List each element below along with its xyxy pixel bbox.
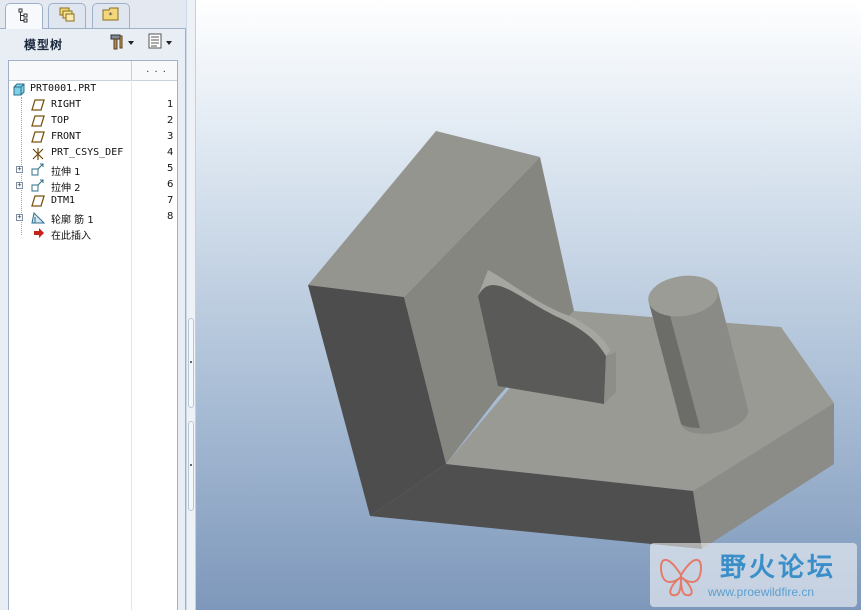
- tree-item-number: 3: [167, 131, 174, 142]
- datum-plane-icon: [31, 115, 45, 128]
- tree-item-label: RIGHT: [51, 99, 82, 110]
- star-folder-icon: *: [102, 6, 120, 26]
- panel-splitter[interactable]: [187, 0, 196, 610]
- watermark-url: www.proewildfire.cn: [708, 585, 815, 599]
- tree-item-label: FRONT: [51, 131, 82, 142]
- model-tree: . . . PRT0001.PRT RIGHT 1 TOP 2 FRONT 3 …: [8, 60, 178, 610]
- tree-item-rib-1[interactable]: + 轮廓 筋 1 8: [9, 210, 177, 226]
- tree-item-csys[interactable]: PRT_CSYS_DEF 4: [9, 146, 177, 162]
- tree-item-number: 6: [167, 179, 174, 190]
- extrude-icon: [31, 163, 45, 176]
- chevron-down-icon: [166, 41, 172, 45]
- tree-item-number: 2: [167, 115, 174, 126]
- splitter-grip[interactable]: [188, 318, 194, 408]
- expand-icon[interactable]: +: [16, 166, 23, 173]
- 3d-model: [308, 131, 834, 549]
- tree-item-number: 8: [167, 211, 174, 222]
- column-options[interactable]: . . .: [146, 64, 167, 75]
- datum-plane-icon: [31, 195, 45, 208]
- svg-text:*: *: [109, 11, 113, 20]
- tree-item-extrude-2[interactable]: + 拉伸 2 6: [9, 178, 177, 194]
- tab-favorites[interactable]: *: [92, 3, 130, 28]
- tree-item-number: 4: [167, 147, 174, 158]
- tree-item-label: DTM1: [51, 195, 76, 206]
- panel-title: 模型树: [24, 38, 64, 52]
- splitter-grip[interactable]: [188, 421, 194, 511]
- tree-root[interactable]: PRT0001.PRT: [9, 82, 177, 98]
- tree-item-label: 轮廓 筋 1: [51, 215, 94, 226]
- tree-root-label: PRT0001.PRT: [30, 83, 97, 94]
- tree-item-number: 1: [167, 99, 174, 110]
- chevron-down-icon: [128, 41, 134, 45]
- navigator-tabs: *: [0, 0, 186, 29]
- watermark-title: 野火论坛: [720, 553, 837, 583]
- tree-icon: [16, 7, 32, 27]
- navigator-panel: * 模型树 . . . PRT0001.PRT RIGHT 1 TOP 2 FR…: [0, 0, 186, 610]
- tree-item-label: TOP: [51, 115, 70, 126]
- tree-item-top[interactable]: TOP 2: [9, 114, 177, 130]
- tree-item-extrude-1[interactable]: + 拉伸 1 5: [9, 162, 177, 178]
- tree-item-number: 7: [167, 195, 174, 206]
- rib-icon: [31, 211, 46, 224]
- tree-column-header: . . .: [9, 61, 177, 81]
- tree-item-front[interactable]: FRONT 3: [9, 130, 177, 146]
- tree-item-right[interactable]: RIGHT 1: [9, 98, 177, 114]
- expand-icon[interactable]: +: [16, 182, 23, 189]
- settings-hammer-icon: [108, 32, 126, 54]
- tree-item-label: 拉伸 2: [51, 183, 81, 194]
- csys-icon: [31, 147, 45, 160]
- datum-plane-icon: [31, 131, 45, 144]
- show-dropdown-button[interactable]: [146, 32, 172, 54]
- forum-watermark: 野火论坛 www.proewildfire.cn: [650, 543, 857, 607]
- graphics-viewport[interactable]: [196, 0, 861, 610]
- tree-item-label: PRT_CSYS_DEF: [51, 147, 124, 158]
- part-icon: [12, 83, 26, 96]
- insert-here-arrow-icon: [33, 227, 47, 240]
- tree-item-dtm1[interactable]: DTM1 7: [9, 194, 177, 210]
- butterfly-logo: [656, 549, 706, 605]
- tree-item-insert-here[interactable]: 在此插入: [9, 226, 177, 242]
- layers-icon: [58, 6, 76, 26]
- expand-icon[interactable]: +: [16, 214, 23, 221]
- tree-item-label: 拉伸 1: [51, 167, 81, 178]
- tree-item-label: 在此插入: [51, 231, 91, 242]
- tab-layers[interactable]: [48, 3, 86, 28]
- extrude-icon: [31, 179, 45, 192]
- tab-model-tree[interactable]: [5, 3, 43, 29]
- settings-dropdown-button[interactable]: [108, 32, 134, 54]
- show-options-icon: [146, 32, 164, 54]
- datum-plane-icon: [31, 99, 45, 112]
- tree-item-number: 5: [167, 163, 174, 174]
